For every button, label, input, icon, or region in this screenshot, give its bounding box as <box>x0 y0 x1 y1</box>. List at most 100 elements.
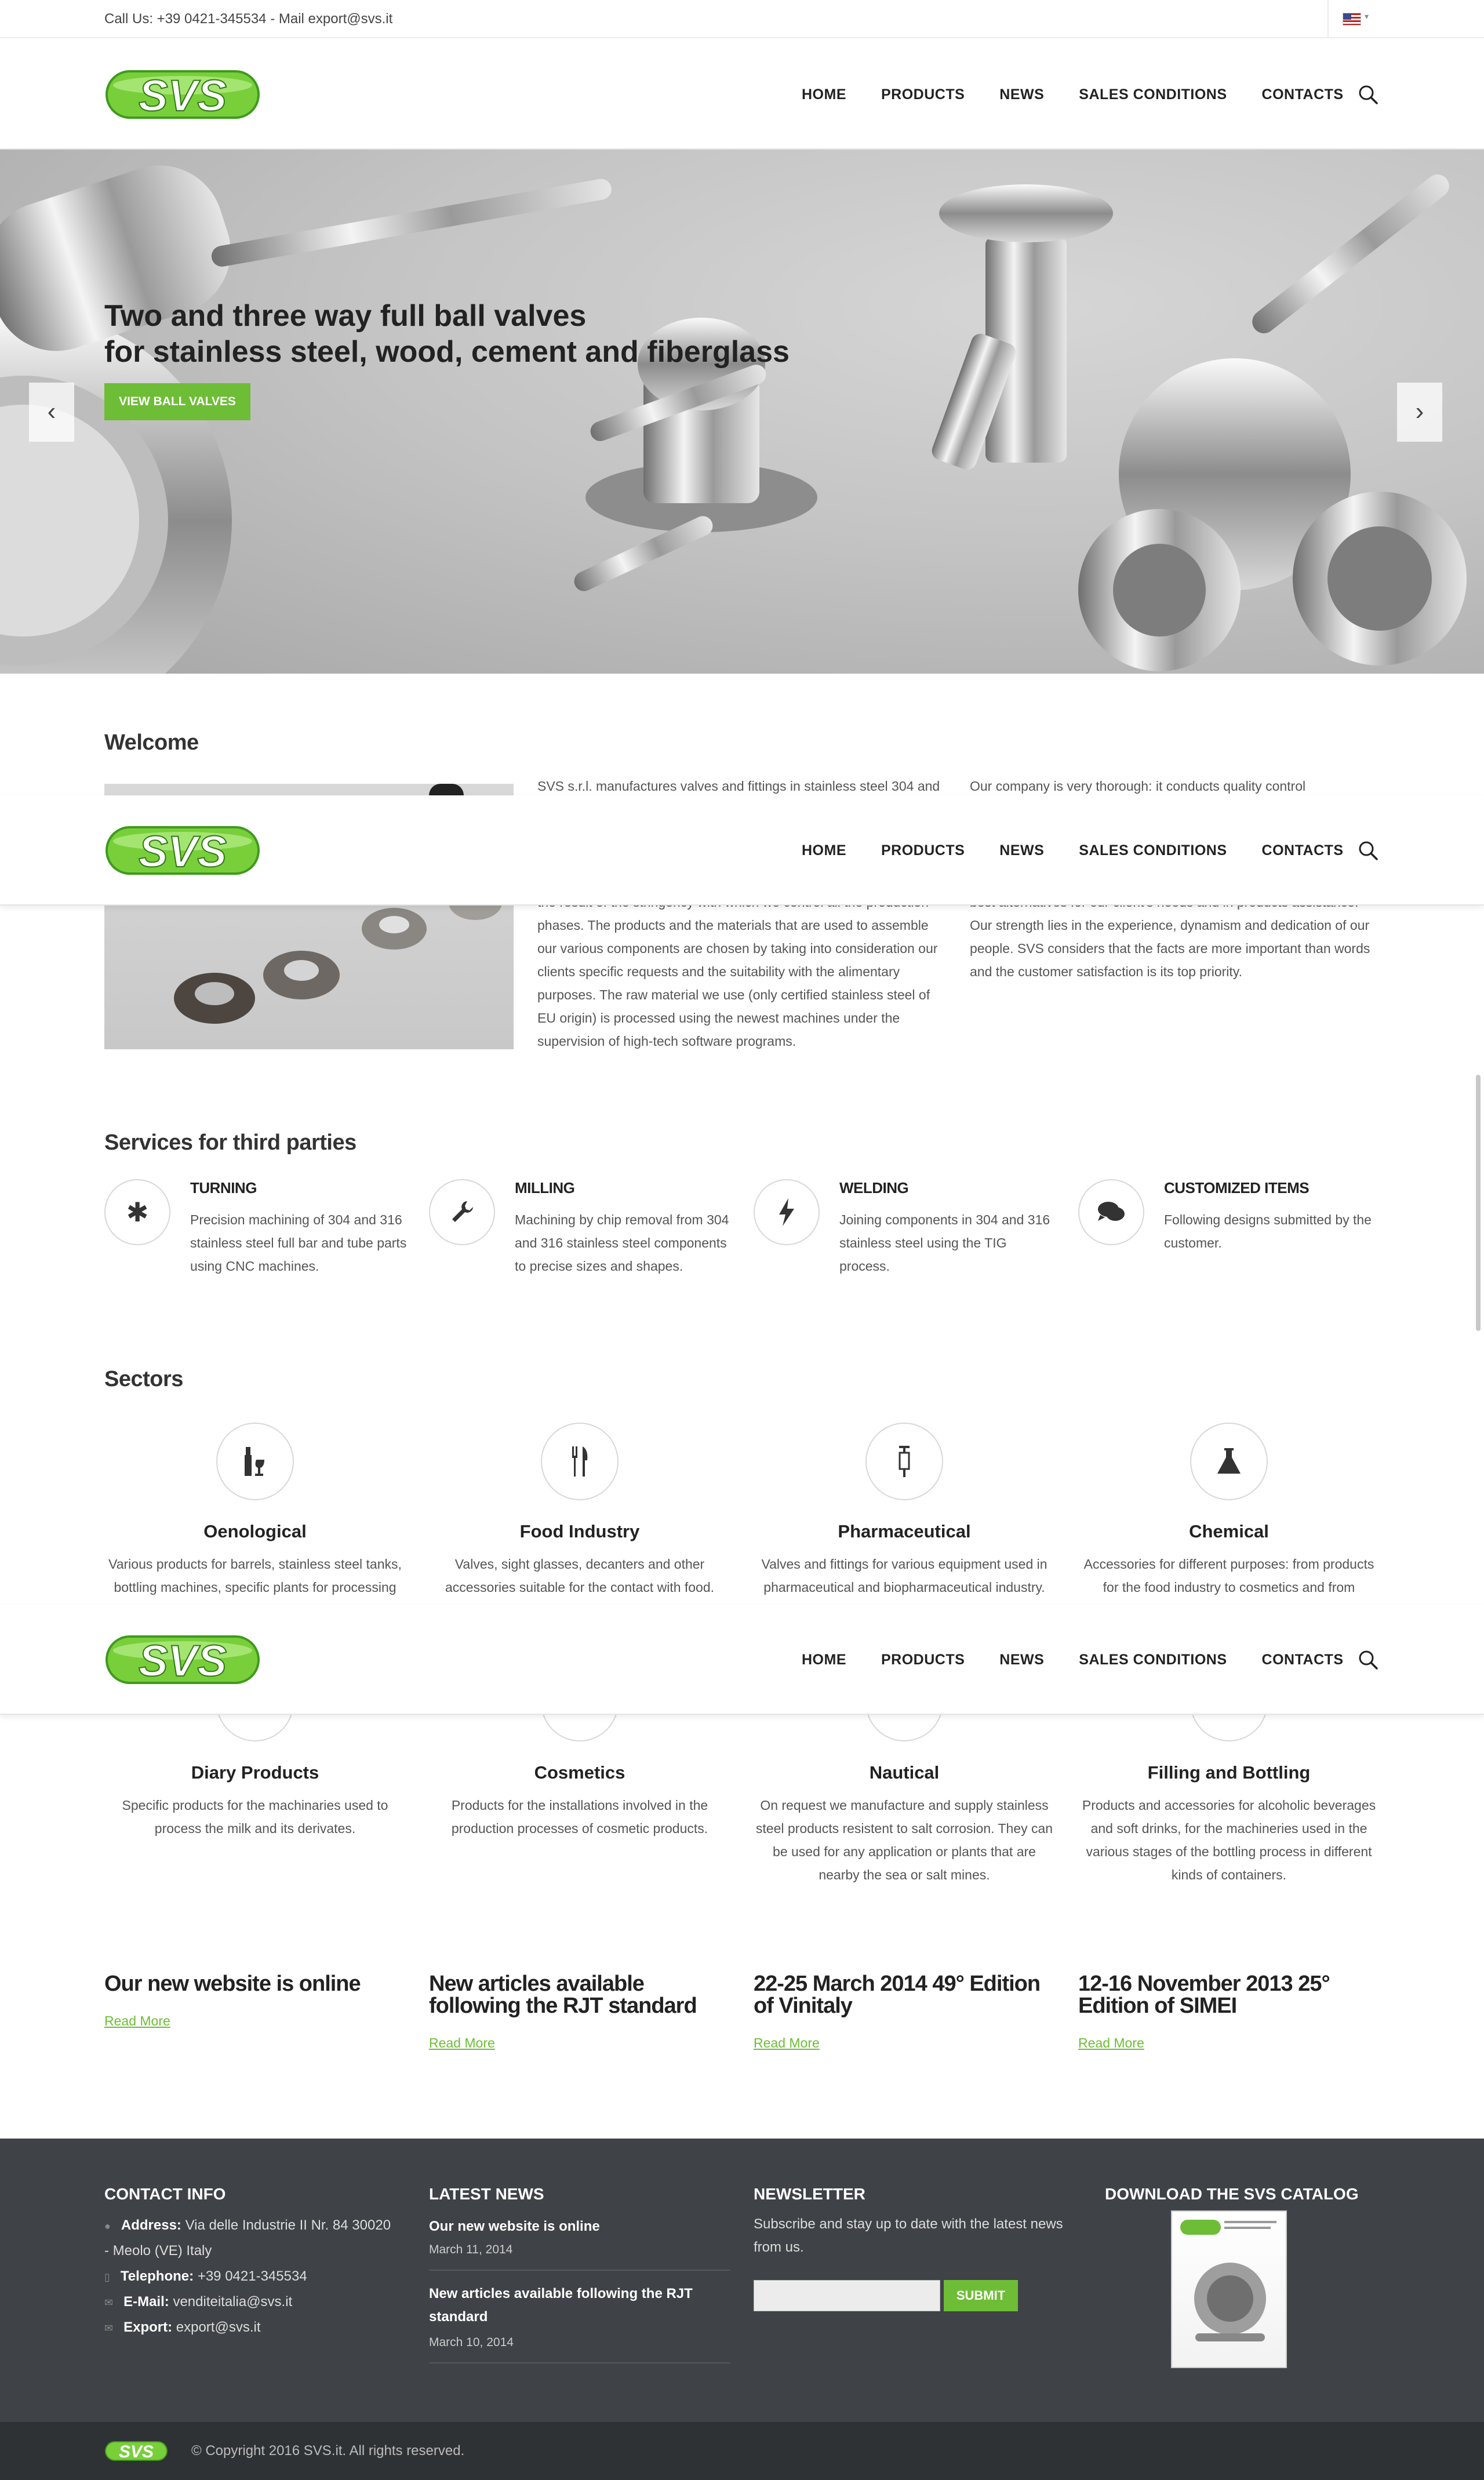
news-title[interactable]: 12-16 November 2013 25° Edition of SIMEI <box>1078 1973 1385 2017</box>
nav-products[interactable]: PRODUCTS <box>881 1652 965 1668</box>
search-icon[interactable] <box>1358 841 1378 860</box>
sector-title: Nautical <box>869 1762 940 1783</box>
service-title: CUSTOMIZED ITEMS <box>1164 1179 1310 1197</box>
footer-news-date: March 11, 2014 <box>429 2243 513 2256</box>
news-item: 12-16 November 2013 25° Edition of SIMEI… <box>1078 1973 1385 2051</box>
chevron-left-icon: ‹ <box>47 397 56 426</box>
search-icon[interactable] <box>1358 85 1378 104</box>
nav-contacts[interactable]: CONTACTS <box>1262 842 1344 859</box>
news-item: 22-25 March 2014 49° Edition of Vinitaly… <box>754 1973 1061 2051</box>
logo-text: SVS <box>139 1637 227 1686</box>
main-nav: HOME PRODUCTS NEWS SALES CONDITIONS CONT… <box>802 795 1378 906</box>
news-item: New articles available following the RJT… <box>429 1973 736 2051</box>
service-welding: WELDING Joining components in 304 and 31… <box>754 1179 1067 1312</box>
footer-address-line2: - Meolo (VE) Italy <box>104 2243 212 2259</box>
language-selector[interactable]: ▾ <box>1327 0 1380 38</box>
welcome-col1-bottom: the result of the stringency with which … <box>537 894 938 1049</box>
logo-text: SVS <box>119 2442 154 2461</box>
sector-oenological[interactable]: Oenological Various products for barrels… <box>101 1423 409 1622</box>
view-ball-valves-button[interactable]: VIEW BALL VALVES <box>104 383 250 420</box>
sector-text: Valves and fittings for various equipmen… <box>761 1557 1047 1595</box>
footer-address: ● Address: Via delle Industrie II Nr. 84 … <box>104 2217 391 2233</box>
catalog-download-image[interactable] <box>1171 2210 1287 2368</box>
read-more-link[interactable]: Read More <box>1078 2035 1385 2051</box>
slider-prev-button[interactable]: ‹ <box>29 383 74 442</box>
service-milling: MILLING Machining by chip removal from 3… <box>429 1179 742 1312</box>
service-text: Following designs submitted by the custo… <box>1164 1212 1372 1250</box>
service-text: Joining components in 304 and 316 stainl… <box>839 1212 1050 1274</box>
envelope-icon: ✉ <box>104 2322 114 2334</box>
sectors-title: Sectors <box>104 1367 183 1391</box>
logo-text: SVS <box>139 827 227 877</box>
sector-text: Valves, sight glasses, decanters and oth… <box>445 1557 715 1595</box>
service-title: MILLING <box>515 1179 575 1197</box>
read-more-link[interactable]: Read More <box>429 2035 736 2051</box>
main-header: SVS HOME PRODUCTS NEWS SALES CONDITIONS … <box>0 39 1484 150</box>
chevron-down-icon: ▾ <box>1365 12 1369 21</box>
search-icon[interactable] <box>1358 1650 1378 1670</box>
top-contact-text: Call Us: +39 0421-345534 - Mail export@s… <box>104 11 393 27</box>
service-text: Precision machining of 304 and 316 stain… <box>190 1212 407 1274</box>
service-turning: ✱ TURNING Precision machining of 304 and… <box>104 1179 417 1312</box>
service-title: WELDING <box>839 1179 909 1197</box>
footer-newsletter-title: NEWSLETTER <box>754 2185 865 2203</box>
news-title[interactable]: 22-25 March 2014 49° Edition of Vinitaly <box>754 1973 1061 2017</box>
bottom-bar: SVS © Copyright 2016 SVS.it. All rights … <box>0 2422 1484 2480</box>
copyright-text: © Copyright 2016 SVS.it. All rights rese… <box>191 2443 465 2459</box>
service-customized: CUSTOMIZED ITEMS Following designs submi… <box>1078 1179 1391 1312</box>
footer-news-title[interactable]: Our new website is online <box>429 2214 600 2239</box>
footer-news-title[interactable]: New articles available following the RJT… <box>429 2282 707 2329</box>
slider-next-button[interactable]: › <box>1397 383 1442 442</box>
nav-home[interactable]: HOME <box>802 1652 846 1668</box>
services-title: Services for third parties <box>104 1130 357 1155</box>
location-icon: ● <box>104 2220 111 2232</box>
footer-latest-news-title: LATEST NEWS <box>429 2185 544 2203</box>
sector-text: Products and accessories for alcoholic b… <box>1082 1798 1376 1882</box>
news-title[interactable]: New articles available following the RJT… <box>429 1973 736 2017</box>
nav-news[interactable]: NEWS <box>999 86 1044 103</box>
sector-chemical[interactable]: Chemical Accessories for different purpo… <box>1075 1423 1383 1622</box>
sector-food-industry[interactable]: Food Industry Valves, sight glasses, dec… <box>426 1423 733 1599</box>
cutlery-icon <box>541 1423 619 1500</box>
nav-home[interactable]: HOME <box>802 842 846 859</box>
sector-text: Specific products for the machinaries us… <box>122 1798 388 1836</box>
sector-title: Cosmetics <box>534 1762 625 1783</box>
divider <box>429 2270 730 2271</box>
svs-logo[interactable]: SVS <box>104 821 261 879</box>
nav-products[interactable]: PRODUCTS <box>881 842 965 859</box>
newsletter-email-input[interactable] <box>754 2280 940 2311</box>
sector-title: Food Industry <box>519 1521 640 1541</box>
nav-sales-conditions[interactable]: SALES CONDITIONS <box>1079 842 1227 859</box>
footer-news-date: March 10, 2014 <box>429 2336 514 2349</box>
footer-catalog-title: DOWNLOAD THE SVS CATALOG <box>1105 2185 1359 2203</box>
sticky-header: SVS HOME PRODUCTS NEWS SALES CONDITIONS … <box>0 795 1484 906</box>
nav-home[interactable]: HOME <box>802 86 846 103</box>
page-scrollbar[interactable] <box>1476 1075 1481 1331</box>
sector-text: Products for the installations involved … <box>451 1798 708 1836</box>
sector-title: Filling and Bottling <box>1147 1762 1311 1783</box>
footer-export[interactable]: ✉ Export: export@svs.it <box>104 2315 261 2341</box>
nav-news[interactable]: NEWS <box>999 1652 1044 1668</box>
footer-email[interactable]: ✉ E-Mail: venditeitalia@svs.it <box>104 2289 292 2315</box>
chat-icon <box>1078 1179 1144 1245</box>
nav-products[interactable]: PRODUCTS <box>881 86 965 103</box>
main-nav: HOME PRODUCTS NEWS SALES CONDITIONS CONT… <box>802 39 1378 150</box>
read-more-link[interactable]: Read More <box>754 2035 1061 2051</box>
sector-pharmaceutical[interactable]: Pharmaceutical Valves and fittings for v… <box>751 1423 1058 1599</box>
read-more-link[interactable]: Read More <box>104 2013 412 2029</box>
nav-contacts[interactable]: CONTACTS <box>1262 1652 1344 1668</box>
chevron-right-icon: › <box>1415 397 1424 426</box>
svs-logo-small[interactable]: SVS <box>104 2439 168 2463</box>
footer-contact-title: CONTACT INFO <box>104 2185 226 2203</box>
nav-sales-conditions[interactable]: SALES CONDITIONS <box>1079 86 1227 103</box>
service-text: Machining by chip removal from 304 and 3… <box>515 1212 729 1274</box>
svs-logo[interactable]: SVS <box>104 1631 261 1689</box>
nav-sales-conditions[interactable]: SALES CONDITIONS <box>1079 1652 1227 1668</box>
sector-title: Oenological <box>203 1521 307 1541</box>
nav-contacts[interactable]: CONTACTS <box>1262 86 1344 103</box>
wrench-icon <box>429 1179 495 1245</box>
nav-news[interactable]: NEWS <box>999 842 1044 859</box>
news-title[interactable]: Our new website is online <box>104 1973 412 1995</box>
newsletter-submit-button[interactable]: SUBMIT <box>944 2280 1018 2311</box>
svs-logo[interactable]: SVS <box>104 66 261 123</box>
